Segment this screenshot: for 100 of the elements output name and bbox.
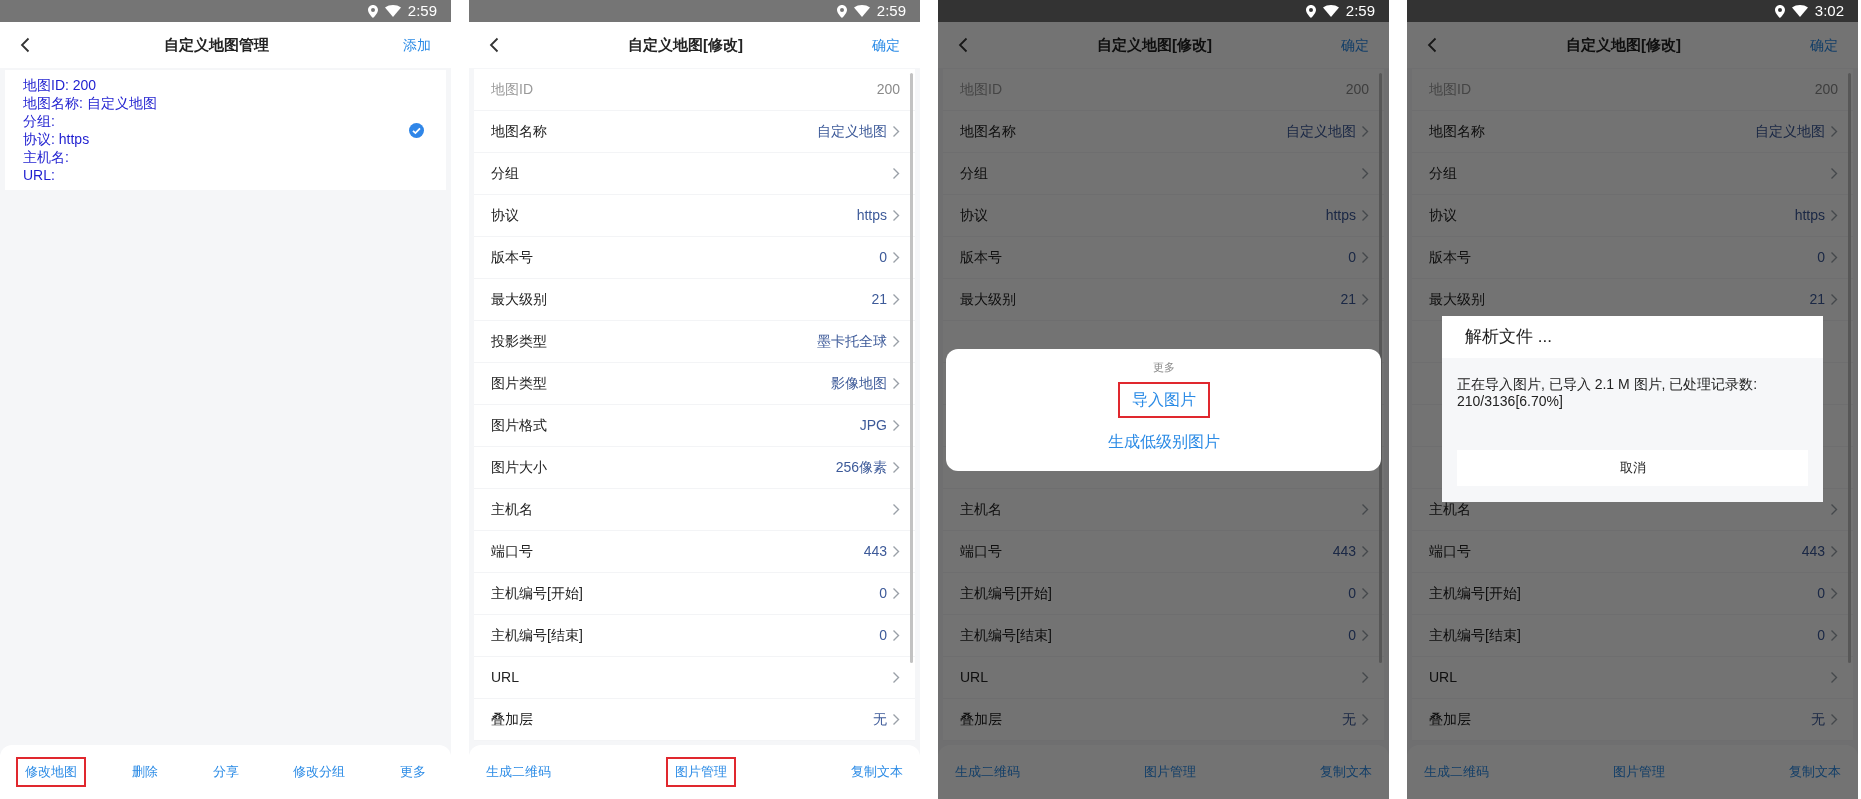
field-label: 分组	[960, 164, 988, 183]
field-value: 21	[1809, 290, 1825, 309]
scrollbar[interactable]	[910, 73, 913, 663]
header-action-button[interactable]: 确定	[872, 34, 900, 56]
map-info-line: 分组:	[23, 112, 56, 130]
field-value: 0	[1348, 248, 1356, 267]
chevron-icon	[1361, 167, 1369, 180]
field-label: 地图ID	[491, 80, 533, 99]
chevron-icon	[1361, 671, 1369, 684]
field-value: 无	[873, 710, 887, 729]
field-label: 主机名	[1429, 500, 1471, 519]
chevron-icon	[1830, 629, 1838, 642]
chevron-icon	[1830, 503, 1838, 516]
sheet-title: 更多	[1152, 360, 1175, 375]
chevron-icon	[1830, 251, 1838, 264]
location-icon	[1305, 4, 1316, 18]
back-icon[interactable]	[20, 37, 30, 53]
chevron-icon	[892, 167, 900, 180]
field-value: 0	[879, 584, 887, 603]
header-action-button[interactable]: 确定	[1341, 34, 1369, 56]
status-time: 2:59	[407, 0, 437, 21]
field-label: 协议	[960, 206, 988, 225]
bottom-action-button[interactable]: 复制文本	[842, 757, 912, 787]
field-value: 0	[1817, 584, 1825, 603]
bottom-action-button[interactable]: 复制文本	[1780, 757, 1850, 787]
bottom-action-button[interactable]: 更多	[391, 757, 435, 787]
bottom-action-button[interactable]: 复制文本	[1311, 757, 1381, 787]
field-label: 最大级别	[491, 290, 547, 309]
bottom-action-button[interactable]: 图片管理	[1135, 757, 1205, 787]
map-info-line: 地图ID: 200	[23, 76, 98, 94]
bottom-action-button[interactable]: 图片管理	[666, 757, 736, 787]
settings-row[interactable]: 叠加层 无	[1412, 699, 1853, 741]
field-value: 自定义地图	[1286, 122, 1356, 141]
bottom-action-button[interactable]: 修改分组	[284, 757, 355, 787]
field-value: 0	[1348, 584, 1356, 603]
field-value: 256像素	[835, 458, 887, 477]
sheet-option[interactable]: 导入图片	[1117, 381, 1210, 418]
wifi-icon	[853, 5, 870, 17]
settings-row[interactable]: URL	[943, 657, 1384, 699]
header-action-button[interactable]: 确定	[1810, 34, 1838, 56]
bottom-action-button[interactable]: 修改地图	[16, 757, 86, 787]
chevron-icon	[1830, 209, 1838, 222]
chevron-icon	[1830, 293, 1838, 306]
field-label: 分组	[491, 164, 519, 183]
wifi-icon	[1322, 5, 1339, 17]
chevron-icon	[1361, 251, 1369, 264]
chevron-icon	[892, 377, 900, 390]
location-icon	[836, 4, 847, 18]
chevron-icon	[1830, 671, 1838, 684]
field-label: URL	[491, 668, 519, 687]
field-value: 无	[1811, 710, 1825, 729]
header-action-button[interactable]: 添加	[403, 34, 431, 56]
field-label: 叠加层	[1429, 710, 1471, 729]
field-label: 主机名	[960, 500, 1002, 519]
field-label: 主机编号[开始]	[1429, 584, 1521, 603]
sheet-option[interactable]: 生成低级别图片	[1093, 423, 1234, 460]
field-label: 主机编号[开始]	[491, 584, 583, 603]
dialog-message: 正在导入图片, 已导入 2.1 M 图片, 已处理记录数: 210/3136[6.70%]	[1457, 376, 1759, 410]
bottom-action-button[interactable]: 生成二维码	[1415, 757, 1498, 787]
chevron-icon	[1361, 293, 1369, 306]
field-value: 443	[1801, 542, 1825, 561]
chevron-icon	[1361, 713, 1369, 726]
check-icon[interactable]	[409, 122, 424, 138]
settings-row[interactable]: URL	[1412, 657, 1853, 699]
field-label: URL	[1429, 668, 1457, 687]
settings-row[interactable]: 叠加层 无	[943, 699, 1384, 741]
field-label: 叠加层	[960, 710, 1002, 729]
field-label: 端口号	[491, 542, 533, 561]
bottom-action-button[interactable]: 分享	[203, 757, 248, 787]
settings-row[interactable]: URL	[474, 657, 915, 699]
field-value: https	[1794, 206, 1825, 225]
settings-row[interactable]: 叠加层 无	[474, 699, 915, 741]
field-label: 版本号	[491, 248, 533, 267]
field-value: 0	[1817, 248, 1825, 267]
chevron-icon	[1830, 587, 1838, 600]
location-icon	[367, 4, 378, 18]
bottom-action-button[interactable]: 生成二维码	[477, 757, 560, 787]
chevron-icon	[892, 545, 900, 558]
chevron-icon	[1361, 629, 1369, 642]
field-value: 0	[879, 248, 887, 267]
back-icon[interactable]	[489, 37, 499, 53]
status-time: 2:59	[1345, 0, 1375, 21]
chevron-icon	[1830, 545, 1838, 558]
field-label: 地图名称	[1429, 122, 1485, 141]
field-value: 200	[876, 80, 900, 99]
map-info-line: 主机名:	[23, 148, 70, 166]
map-card[interactable]: 地图ID: 200 地图名称: 自定义地图 分组: 协议: https 主机名: URL:	[5, 70, 446, 190]
chevron-icon	[1361, 587, 1369, 600]
field-label: 版本号	[960, 248, 1002, 267]
field-label: 叠加层	[491, 710, 533, 729]
field-label: URL	[960, 668, 988, 687]
chevron-icon	[892, 251, 900, 264]
map-info-line: URL:	[23, 166, 56, 184]
field-value: 21	[871, 290, 887, 309]
bottom-action-button[interactable]: 删除	[122, 757, 167, 787]
cancel-button[interactable]: 取消	[1457, 450, 1808, 486]
status-time: 3:02	[1814, 0, 1844, 21]
bottom-action-button[interactable]: 图片管理	[1604, 757, 1674, 787]
bottom-action-button[interactable]: 生成二维码	[946, 757, 1029, 787]
field-label: 地图名称	[960, 122, 1016, 141]
